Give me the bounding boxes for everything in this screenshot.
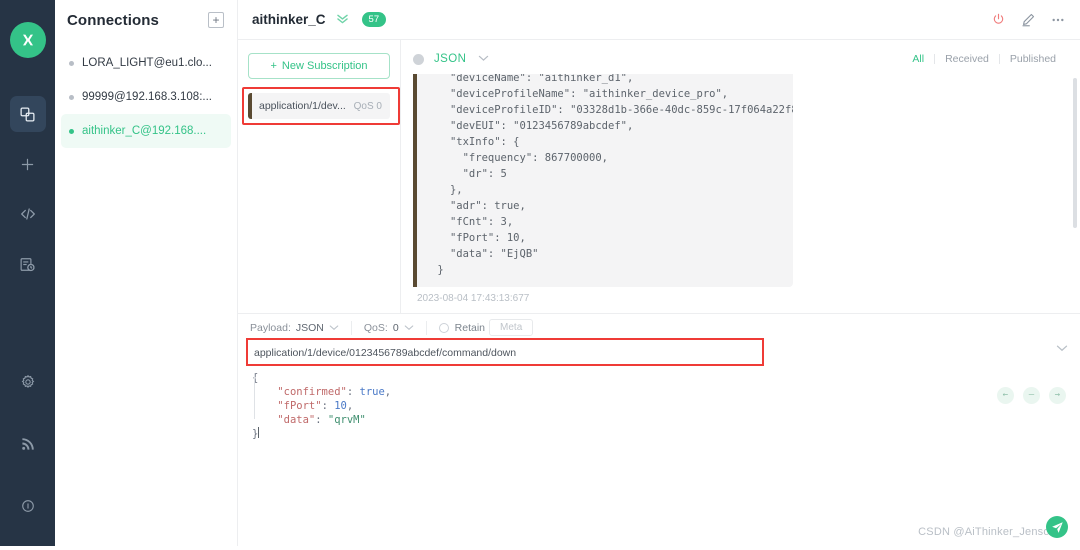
connections-icon[interactable] bbox=[9, 96, 46, 132]
payload-value: JSON bbox=[295, 321, 324, 334]
format-indicator-icon bbox=[413, 53, 424, 65]
messages-toolbar: JSON All Received Published bbox=[401, 44, 1080, 74]
connection-name: LORA_LIGHT@eu1.clo... bbox=[82, 57, 212, 69]
options-divider bbox=[425, 320, 427, 335]
new-connection-icon[interactable] bbox=[10, 146, 46, 182]
subscription-item[interactable]: application/1/dev... QoS 0 bbox=[248, 93, 390, 119]
connection-topbar: aithinker_C 57 bbox=[238, 0, 1080, 40]
status-dot-icon bbox=[69, 60, 74, 66]
chevron-double-down-icon[interactable] bbox=[335, 13, 350, 26]
clear-message-button[interactable]: — bbox=[1023, 387, 1040, 404]
new-subscription-button[interactable]: + New Subscription bbox=[248, 53, 390, 79]
rail-primary-icons bbox=[0, 96, 55, 296]
main-area: aithinker_C 57 + New Subscription applic… bbox=[238, 0, 1080, 550]
topbar-actions bbox=[991, 12, 1066, 28]
connection-item-lora-light[interactable]: LORA_LIGHT@eu1.clo... bbox=[61, 46, 231, 80]
payload-editor-line: "confirmed": true, bbox=[277, 386, 392, 398]
message-bubble-received: "deviceName": "aithinker_d1", "devicePro… bbox=[413, 74, 793, 287]
payload-editor-line: { bbox=[252, 372, 259, 384]
subscription-color-bar bbox=[248, 93, 252, 119]
filter-all[interactable]: All bbox=[902, 53, 934, 65]
publish-panel: Payload: JSON QoS: 0 Retain Meta applica… bbox=[238, 313, 1080, 550]
status-dot-icon bbox=[69, 94, 74, 100]
next-message-button[interactable]: → bbox=[1049, 387, 1066, 404]
prev-message-button[interactable]: ← bbox=[997, 387, 1014, 404]
editor-quick-actions: ← — → bbox=[997, 387, 1066, 404]
connection-item-99999[interactable]: 99999@192.168.3.108:... bbox=[61, 80, 231, 114]
subscription-list: application/1/dev... QoS 0 bbox=[242, 87, 400, 125]
topic-input[interactable] bbox=[250, 341, 1068, 365]
payload-format-label[interactable]: JSON bbox=[434, 53, 466, 65]
qos-select[interactable]: QoS: 0 bbox=[364, 322, 426, 334]
connection-item-aithinker-c[interactable]: aithinker_C@192.168.... bbox=[61, 114, 231, 148]
connections-header: Connections + bbox=[55, 0, 237, 40]
app-logo-icon bbox=[9, 22, 46, 58]
left-icon-rail bbox=[0, 0, 55, 550]
about-info-icon[interactable] bbox=[10, 488, 46, 524]
publish-options-bar: Payload: JSON QoS: 0 Retain Meta bbox=[238, 314, 1080, 341]
filter-received[interactable]: Received bbox=[935, 53, 999, 65]
subscription-topic: application/1/dev... bbox=[259, 100, 346, 112]
editor-indent-guide bbox=[254, 373, 255, 419]
page-title: aithinker_C bbox=[252, 12, 326, 27]
message-filters: All Received Published bbox=[902, 53, 1066, 65]
add-connection-button[interactable]: + bbox=[208, 12, 224, 28]
messages-panel: JSON All Received Published "deviceName"… bbox=[401, 40, 1080, 313]
subscription-qos: QoS 0 bbox=[353, 100, 382, 112]
chevron-down-icon bbox=[329, 323, 339, 333]
retain-radio-icon bbox=[438, 322, 449, 333]
plus-icon: + bbox=[270, 60, 277, 72]
payload-editor-code: { "confirmed": true, "fPort": 10, "data"… bbox=[250, 371, 1068, 441]
watermark-text: CSDN @AiThinker_Jenson bbox=[918, 526, 1056, 538]
options-divider bbox=[350, 320, 352, 335]
messages-scroll-area[interactable]: "deviceName": "aithinker_d1", "devicePro… bbox=[401, 74, 1080, 313]
payload-editor-line: } bbox=[252, 427, 260, 440]
retain-checkbox[interactable]: Retain bbox=[438, 321, 486, 334]
disconnect-power-icon[interactable] bbox=[991, 12, 1006, 27]
content-row: + New Subscription application/1/dev... … bbox=[238, 40, 1080, 313]
mqtt-client-window: Connections + LORA_LIGHT@eu1.clo... 9999… bbox=[0, 0, 1080, 550]
send-message-button[interactable] bbox=[1046, 516, 1068, 538]
payload-editor[interactable]: { "confirmed": true, "fPort": 10, "data"… bbox=[238, 365, 1080, 550]
retain-label: Retain bbox=[454, 321, 486, 334]
qos-label: QoS: bbox=[363, 321, 388, 334]
qos-value: 0 bbox=[392, 321, 399, 334]
settings-gear-icon[interactable] bbox=[10, 364, 46, 400]
message-count-badge: 57 bbox=[361, 11, 387, 28]
payload-editor-line: "data": "qrvM" bbox=[277, 414, 366, 426]
payload-format-select[interactable]: Payload: JSON bbox=[250, 322, 351, 334]
connections-list: LORA_LIGHT@eu1.clo... 99999@192.168.3.10… bbox=[55, 40, 237, 148]
subscriptions-panel: + New Subscription application/1/dev... … bbox=[238, 40, 401, 313]
window-bottom-edge bbox=[0, 546, 1080, 550]
chevron-down-icon[interactable] bbox=[478, 54, 489, 65]
payload-label: Payload: bbox=[250, 321, 291, 334]
log-history-icon[interactable] bbox=[10, 246, 46, 282]
connections-panel: Connections + LORA_LIGHT@eu1.clo... 9999… bbox=[55, 0, 238, 550]
connections-title: Connections bbox=[67, 11, 159, 29]
topic-row bbox=[238, 338, 1080, 366]
script-code-icon[interactable] bbox=[10, 196, 46, 232]
meta-button[interactable]: Meta bbox=[489, 319, 534, 336]
message-timestamp: 2023-08-04 17:43:13:677 bbox=[417, 293, 530, 304]
broadcast-icon[interactable] bbox=[10, 426, 46, 462]
rail-secondary-icons bbox=[0, 364, 55, 524]
more-options-icon[interactable] bbox=[1050, 12, 1066, 28]
new-subscription-label: New Subscription bbox=[281, 60, 368, 72]
filter-published[interactable]: Published bbox=[1000, 53, 1066, 65]
chevron-down-icon bbox=[404, 323, 414, 333]
edit-pencil-icon[interactable] bbox=[1020, 12, 1036, 28]
connection-name: 99999@192.168.3.108:... bbox=[82, 91, 212, 103]
status-dot-icon bbox=[69, 128, 74, 134]
connection-name: aithinker_C@192.168.... bbox=[82, 125, 207, 137]
messages-scrollbar[interactable] bbox=[1073, 78, 1077, 228]
payload-editor-line: "fPort": 10, bbox=[277, 400, 354, 412]
collapse-editor-chevron-icon[interactable] bbox=[1056, 343, 1068, 355]
text-cursor bbox=[258, 427, 260, 438]
